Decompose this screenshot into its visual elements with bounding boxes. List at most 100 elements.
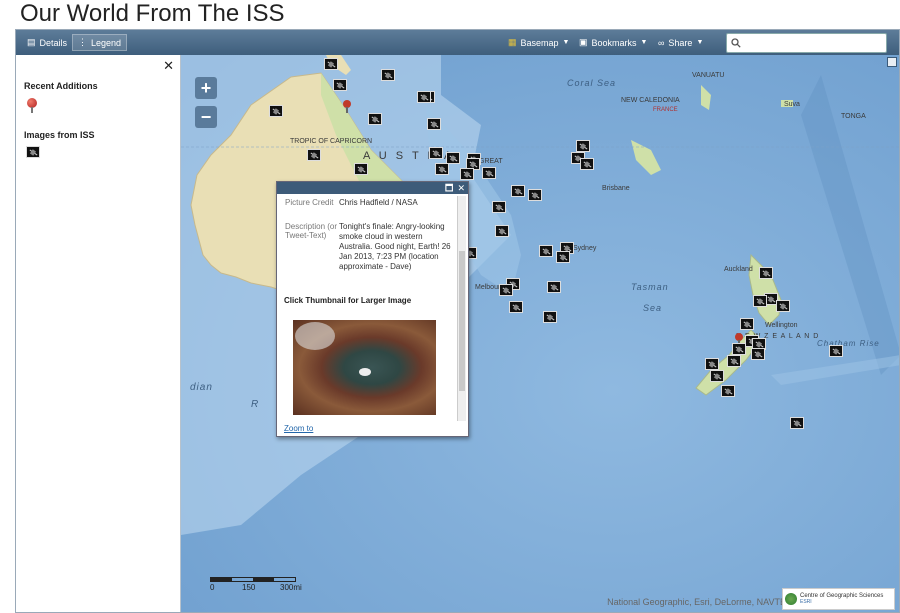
- iss-image-marker[interactable]: [511, 185, 525, 197]
- scale-tick-0: 0: [210, 583, 215, 592]
- cloud-wisp: [295, 322, 335, 350]
- scale-bar: 0 150 300mi: [210, 577, 302, 593]
- iss-image-marker[interactable]: [710, 370, 724, 382]
- iss-image-marker[interactable]: [740, 318, 754, 330]
- credit-value: Chris Hadfield / NASA: [339, 198, 418, 207]
- iss-image-marker[interactable]: [576, 140, 590, 152]
- image-thumbnail[interactable]: [293, 320, 436, 415]
- satellite-icon: [26, 146, 40, 158]
- recent-addition-pin[interactable]: [735, 333, 743, 346]
- scale-bar-graphic: [210, 577, 296, 582]
- basemap-button[interactable]: ▦ Basemap ▼: [503, 34, 574, 51]
- iss-image-marker[interactable]: [269, 105, 283, 117]
- iss-image-marker[interactable]: [556, 251, 570, 263]
- iss-image-marker[interactable]: [509, 301, 523, 313]
- iss-image-marker[interactable]: [324, 58, 338, 70]
- map-label-chatham-rise: Chatham Rise: [817, 339, 880, 348]
- legend-panel: ✕ Recent Additions Images from ISS: [16, 55, 181, 612]
- map-label-wellington: Wellington: [765, 322, 798, 329]
- page-title: Our World From The ISS: [20, 0, 285, 27]
- zoom-in-button[interactable]: +: [195, 77, 217, 99]
- details-button[interactable]: ▤ Details: [22, 34, 72, 51]
- iss-image-marker[interactable]: [354, 163, 368, 175]
- details-label: Details: [39, 37, 68, 48]
- search-icon: [731, 38, 741, 48]
- map-label-vanuatu: VANUATU: [692, 72, 725, 79]
- iss-image-marker[interactable]: [368, 113, 382, 125]
- iss-image-marker[interactable]: [307, 149, 321, 161]
- basemap-icon: ▦: [508, 37, 517, 47]
- iss-image-marker[interactable]: [732, 343, 746, 355]
- scale-bar-segment: [211, 578, 232, 581]
- iss-image-marker[interactable]: [721, 385, 735, 397]
- iss-image-marker[interactable]: [543, 311, 557, 323]
- legend-label: Legend: [91, 37, 122, 48]
- iss-image-marker[interactable]: [492, 201, 506, 213]
- search-input[interactable]: [744, 37, 886, 49]
- recent-addition-pin[interactable]: [343, 100, 351, 113]
- search-box[interactable]: [726, 33, 887, 53]
- iss-image-marker[interactable]: [417, 91, 431, 103]
- iss-image-marker[interactable]: [580, 158, 594, 170]
- iss-image-marker[interactable]: [435, 163, 449, 175]
- zoom-out-button[interactable]: −: [195, 106, 217, 128]
- credit-label: Picture Credit: [285, 198, 334, 207]
- map-label-tonga: TONGA: [841, 113, 866, 120]
- pushpin-stem: [31, 107, 33, 113]
- iss-image-marker[interactable]: [759, 267, 773, 279]
- fullscreen-icon[interactable]: [887, 57, 897, 67]
- iss-image-marker[interactable]: [460, 168, 474, 180]
- app-frame: ▤ Details ⋮ Legend ▦ Basemap ▼ ▣ Bookmar…: [15, 29, 900, 613]
- description-label: Description (or Tweet-Text): [285, 222, 338, 240]
- maximize-icon[interactable]: 🗖: [445, 183, 454, 193]
- iss-image-marker[interactable]: [528, 189, 542, 201]
- legend-button[interactable]: ⋮ Legend: [72, 34, 128, 51]
- map-label-indian: dian: [190, 382, 213, 393]
- basemap-label: Basemap: [520, 37, 559, 48]
- close-icon[interactable]: ✕: [457, 183, 465, 193]
- iss-image-marker[interactable]: [547, 281, 561, 293]
- iss-image-marker[interactable]: [429, 147, 443, 159]
- iss-image-marker[interactable]: [705, 358, 719, 370]
- zoom-to-link[interactable]: Zoom to: [284, 424, 313, 433]
- iss-image-marker[interactable]: [427, 118, 441, 130]
- map-label-sydney: Sydney: [573, 245, 597, 252]
- share-label: Share: [668, 37, 693, 48]
- iss-image-marker[interactable]: [482, 167, 496, 179]
- iss-image-marker[interactable]: [499, 284, 513, 296]
- iss-image-marker[interactable]: [539, 245, 553, 257]
- iss-image-marker[interactable]: [333, 79, 347, 91]
- scale-tick-150: 150: [242, 583, 256, 592]
- share-icon: ∞: [658, 37, 665, 48]
- close-icon[interactable]: ✕: [163, 58, 174, 74]
- iss-image-marker[interactable]: [495, 225, 509, 237]
- iss-image-marker[interactable]: [753, 295, 767, 307]
- cgs-sub: ESRI: [800, 599, 812, 605]
- share-button[interactable]: ∞ Share ▼: [653, 34, 708, 51]
- description-value: Tonight's finale: Angry-looking smoke cl…: [339, 222, 451, 271]
- map-label-sea: Sea: [643, 303, 663, 313]
- iss-image-marker[interactable]: [829, 345, 843, 357]
- bookmarks-button[interactable]: ▣ Bookmarks ▼: [574, 34, 652, 51]
- map-view[interactable]: + − Coral Sea VANUATU NEW CALEDONIA FRAN…: [181, 55, 899, 612]
- chevron-down-icon: ▼: [562, 39, 570, 46]
- cgs-logo-text: Centre of Geographic Sciences ESRI: [800, 593, 883, 605]
- cgs-logo-icon: [785, 593, 797, 605]
- popup-scrollbar[interactable]: [457, 196, 466, 421]
- bookmarks-icon: ▣: [579, 37, 588, 47]
- map-label-coral-sea: Coral Sea: [567, 78, 617, 88]
- scale-tick-300: 300mi: [280, 583, 302, 592]
- iss-image-marker[interactable]: [727, 355, 741, 367]
- iss-image-marker[interactable]: [790, 417, 804, 429]
- chevron-down-icon: ▼: [696, 39, 704, 46]
- map-label-new-caledonia: NEW CALEDONIA: [621, 97, 680, 104]
- iss-image-marker[interactable]: [381, 69, 395, 81]
- layer-title-iss: Images from ISS: [24, 130, 95, 140]
- map-label-great: GREAT: [479, 158, 503, 165]
- thumbnail-caption: Click Thumbnail for Larger Image: [284, 296, 412, 305]
- iss-image-marker[interactable]: [751, 348, 765, 360]
- legend-icon: ⋮: [78, 37, 87, 47]
- popup-header: 🗖 ✕: [277, 182, 468, 194]
- scrollbar-thumb[interactable]: [459, 251, 465, 391]
- iss-image-marker[interactable]: [776, 300, 790, 312]
